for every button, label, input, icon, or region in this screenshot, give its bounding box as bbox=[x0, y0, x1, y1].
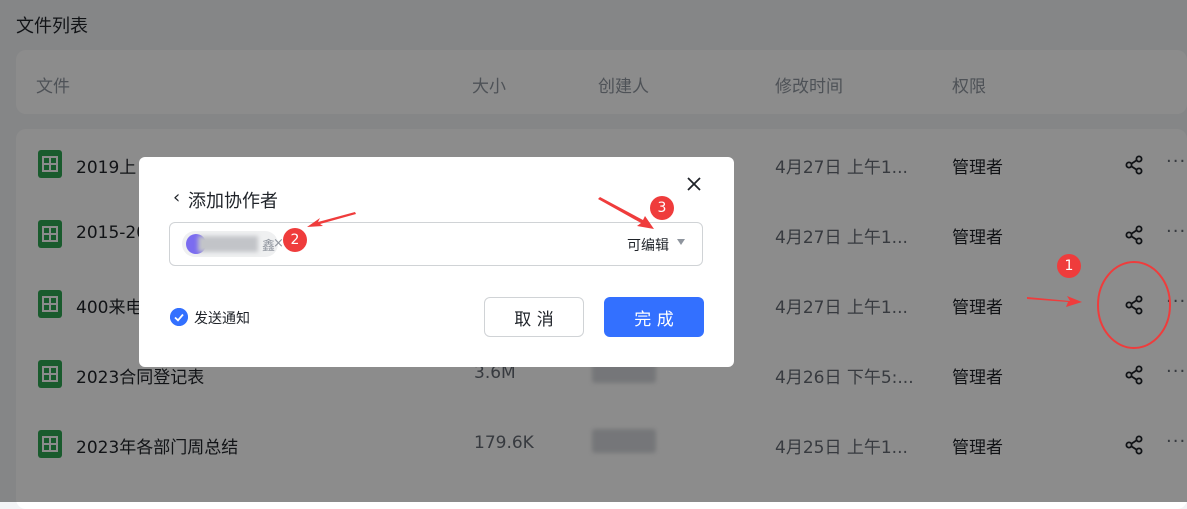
close-icon[interactable] bbox=[684, 174, 704, 194]
add-collaborator-dialog: ‹ 添加协作者 鑫 × 可编辑 发送通知 取 消 完 成 bbox=[139, 157, 734, 367]
annotation-badge: 2 bbox=[283, 228, 307, 252]
annotation-badge: 3 bbox=[650, 196, 674, 220]
back-icon[interactable]: ‹ bbox=[173, 187, 180, 208]
done-button[interactable]: 完 成 bbox=[604, 297, 704, 337]
cancel-button[interactable]: 取 消 bbox=[484, 297, 584, 337]
collaborator-name-redacted bbox=[198, 236, 258, 252]
dialog-title: 添加协作者 bbox=[188, 191, 278, 212]
annotation-badge: 1 bbox=[1057, 254, 1081, 278]
notify-checkbox[interactable] bbox=[170, 308, 188, 326]
permission-dropdown[interactable]: 可编辑 bbox=[627, 235, 669, 255]
collaborator-chip: 鑫 × bbox=[182, 231, 284, 257]
caret-down-icon[interactable] bbox=[677, 239, 685, 245]
collaborator-input[interactable]: 鑫 × 可编辑 bbox=[169, 222, 703, 266]
notify-label: 发送通知 bbox=[194, 311, 250, 327]
